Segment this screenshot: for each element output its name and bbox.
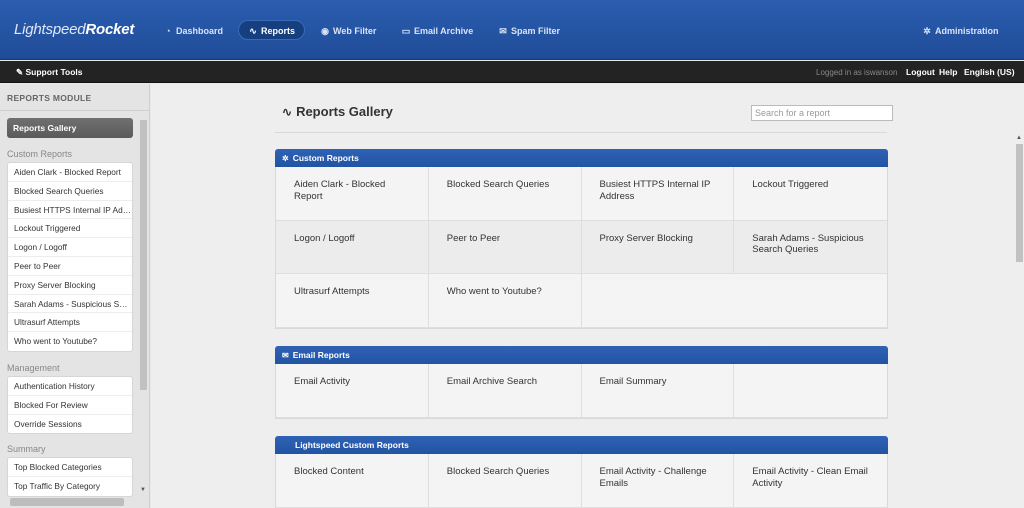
report-tile[interactable]: Email Activity - Clean Email Activity (734, 454, 887, 508)
report-grid: Aiden Clark - Blocked Report Blocked Sea… (275, 167, 888, 329)
envelope-icon: ✉ (282, 351, 289, 360)
sidebar-item[interactable]: Top Traffic By Category (8, 477, 132, 496)
module-title: REPORTS MODULE (7, 93, 92, 103)
report-tile[interactable]: Blocked Search Queries (428, 454, 582, 508)
sidebar-item[interactable]: Lockout Triggered (8, 219, 132, 239)
logout-link[interactable]: Logout (906, 67, 935, 77)
report-tile[interactable]: Proxy Server Blocking (581, 220, 735, 274)
reports-icon: ∿ (282, 105, 293, 119)
custom-reports-list: Aiden Clark - Blocked Report Blocked Sea… (7, 162, 133, 352)
panel-header: ✉ Email Reports (275, 346, 888, 364)
nav-spam-filter[interactable]: ✉ Spam Filter (498, 21, 560, 41)
nav-email-archive[interactable]: ▭ Email Archive (401, 21, 473, 41)
report-tile[interactable]: Blocked Content (276, 454, 429, 508)
report-tile[interactable]: Lockout Triggered (734, 167, 887, 221)
reports-icon: ∿ (249, 26, 257, 36)
gear-icon: ✲ (923, 26, 931, 36)
gear-icon: ✲ (282, 154, 289, 163)
section-title-custom-reports: Custom Reports (7, 149, 73, 159)
sidebar-item[interactable]: Authentication History (8, 377, 132, 396)
sidebar-item[interactable]: Proxy Server Blocking (8, 276, 132, 295)
report-grid: Blocked Content Blocked Search Queries E… (275, 454, 888, 508)
summary-list: Top Blocked Categories Top Traffic By Ca… (7, 457, 133, 497)
divider (0, 110, 149, 111)
nav-web-filter[interactable]: ◉ Web Filter (320, 21, 376, 41)
panel-email-reports: ✉ Email Reports Email Activity Email Arch… (275, 346, 888, 419)
scroll-up-icon[interactable]: ▲ (1016, 135, 1022, 141)
management-list: Authentication History Blocked For Revie… (7, 376, 133, 435)
report-grid: Email Activity Email Archive Search Emai… (275, 364, 888, 419)
email-archive-icon: ▭ (401, 26, 411, 36)
language-selector[interactable]: English (US) (964, 67, 1015, 77)
report-tile[interactable]: Who went to Youtube? (428, 274, 582, 328)
sidebar-scrollbar[interactable] (139, 120, 148, 508)
main-scrollbar[interactable] (1015, 136, 1024, 508)
sidebar-item[interactable]: Sarah Adams - Suspicious Search Queries (8, 295, 132, 314)
nav-reports[interactable]: ∿ Reports (238, 20, 306, 40)
nav-dashboard[interactable]: ◔ Dashboard (163, 21, 223, 41)
report-tile[interactable]: Busiest HTTPS Internal IP Address (581, 167, 735, 221)
empty-tile (581, 274, 887, 328)
secondary-bar: ✎ Support Tools Logged in as iswanson Lo… (0, 61, 1024, 83)
page-title: ∿ Reports Gallery (282, 104, 393, 119)
spam-filter-icon: ✉ (499, 26, 507, 36)
panel-header: Lightspeed Custom Reports (275, 436, 888, 454)
report-tile[interactable]: Email Activity (276, 364, 429, 418)
sidebar-item[interactable]: Logon / Logoff (8, 238, 132, 257)
divider (275, 132, 887, 133)
sidebar-item[interactable]: Blocked Search Queries (8, 182, 132, 201)
sidebar-item[interactable]: Busiest HTTPS Internal IP Address (8, 201, 132, 220)
web-filter-icon: ◉ (321, 26, 329, 36)
report-tile[interactable]: Aiden Clark - Blocked Report (276, 167, 429, 221)
scroll-down-icon[interactable]: ▼ (140, 487, 146, 493)
sidebar-item[interactable]: Peer to Peer (8, 257, 132, 276)
report-tile[interactable]: Peer to Peer (428, 220, 582, 274)
report-tile[interactable]: Email Activity - Challenge Emails (581, 454, 735, 508)
logged-in-text: Logged in as iswanson (816, 68, 898, 77)
section-title-summary: Summary (7, 444, 46, 454)
nav-administration[interactable]: ✲ Administration (922, 21, 998, 41)
empty-tile (734, 364, 887, 418)
sidebar-horizontal-scrollbar[interactable] (10, 498, 124, 506)
report-tile[interactable]: Email Archive Search (428, 364, 582, 418)
report-tile[interactable]: Email Summary (581, 364, 735, 418)
section-title-management: Management (7, 363, 60, 373)
sidebar-item[interactable]: Override Sessions (8, 415, 132, 434)
sidebar-item[interactable]: Aiden Clark - Blocked Report (8, 163, 132, 182)
sidebar: REPORTS MODULE Reports Gallery Custom Re… (0, 84, 150, 508)
report-tile[interactable]: Logon / Logoff (276, 220, 429, 274)
report-tile[interactable]: Blocked Search Queries (428, 167, 582, 221)
panel-custom-reports: ✲ Custom Reports Aiden Clark - Blocked Re… (275, 149, 888, 329)
sidebar-item[interactable]: Who went to Youtube? (8, 332, 132, 351)
panel-header: ✲ Custom Reports (275, 149, 888, 167)
help-link[interactable]: Help (939, 67, 957, 77)
top-nav-bar: LightspeedRocket ◔ Dashboard ∿ Reports ◉ We… (0, 0, 1024, 60)
support-tools-link[interactable]: ✎ Support Tools (16, 67, 82, 78)
sidebar-item[interactable]: Top Blocked Categories (8, 458, 132, 477)
wrench-icon: ✎ (16, 67, 24, 77)
search-input[interactable] (751, 105, 893, 121)
scrollbar-thumb[interactable] (140, 120, 147, 390)
sidebar-item-reports-gallery[interactable]: Reports Gallery (7, 118, 133, 138)
sidebar-item[interactable]: Blocked For Review (8, 396, 132, 415)
sidebar-item[interactable]: Ultrasurf Attempts (8, 313, 132, 333)
report-tile[interactable]: Sarah Adams - Suspicious Search Queries (734, 220, 887, 274)
main-content: ∿Reports Gallery ✲Custom Reports Aiden C… (151, 84, 1024, 508)
app-logo[interactable]: LightspeedRocket (14, 21, 134, 38)
report-tile[interactable]: Ultrasurf Attempts (276, 274, 429, 328)
panel-lightspeed-custom-reports: Lightspeed Custom Reports Blocked Conten… (275, 436, 888, 508)
scrollbar-thumb[interactable] (1016, 144, 1023, 262)
dashboard-icon: ◔ (165, 26, 171, 36)
